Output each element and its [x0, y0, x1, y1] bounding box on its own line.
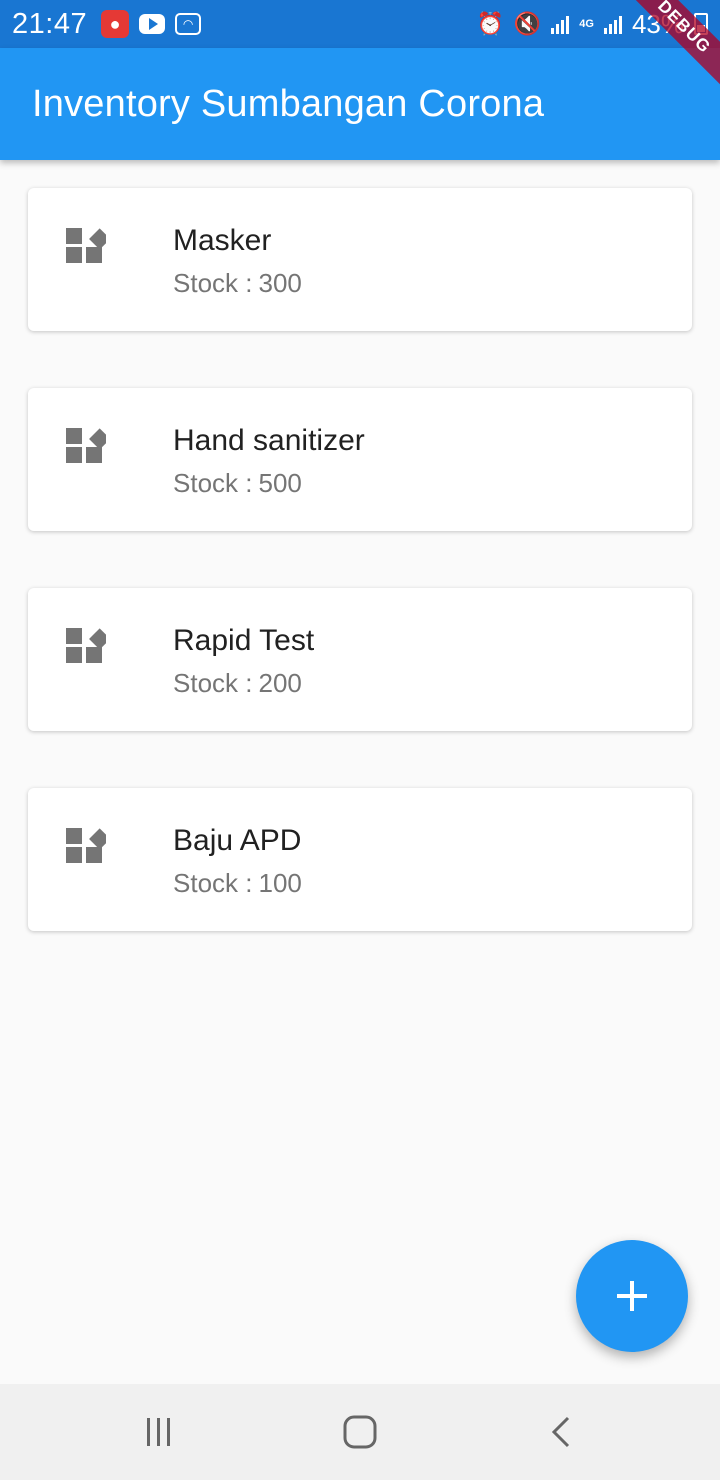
stock-value: 200: [258, 668, 302, 698]
inventory-list: Masker Stock :300 Hand sanitizer Stock :…: [28, 188, 692, 988]
page-title: Inventory Sumbangan Corona: [32, 82, 545, 125]
signal-icon: [551, 14, 570, 34]
stock-label: Stock :: [173, 468, 253, 498]
item-name: Hand sanitizer: [173, 424, 365, 457]
item-name: Rapid Test: [173, 624, 315, 657]
notification-icons: ● ◠: [101, 10, 202, 38]
signal-icon: [603, 14, 622, 34]
widgets-icon: [66, 428, 106, 463]
alarm-icon: ⏰: [476, 11, 504, 36]
recent-apps-icon: [147, 1418, 170, 1446]
app-notification-icon: ●: [101, 10, 130, 38]
screen: 21:47 ● ◠ ⏰ 🔇 4G 43% DEBUG Inventory Sum…: [0, 0, 720, 1480]
network-type: 4G: [579, 17, 594, 30]
stock-value: 500: [258, 468, 302, 498]
item-name: Baju APD: [173, 824, 302, 857]
mute-icon: 🔇: [513, 11, 542, 36]
wifi-icon: ◠: [175, 13, 202, 35]
widgets-icon: [66, 828, 106, 863]
home-button[interactable]: [340, 1412, 380, 1452]
back-icon: [551, 1416, 570, 1448]
system-nav-bar: [0, 1384, 720, 1480]
stock-value: 300: [258, 268, 302, 298]
recent-apps-button[interactable]: [139, 1412, 179, 1452]
status-time: 21:47: [12, 7, 88, 40]
stock-label: Stock :: [173, 268, 253, 298]
item-stock: Stock :100: [173, 868, 302, 899]
stock-value: 100: [258, 868, 302, 898]
status-bar: 21:47 ● ◠ ⏰ 🔇 4G 43%: [0, 0, 720, 48]
add-item-button[interactable]: [576, 1240, 688, 1352]
youtube-icon: [139, 14, 166, 34]
stock-label: Stock :: [173, 668, 253, 698]
stock-label: Stock :: [173, 868, 253, 898]
inventory-item-card[interactable]: Rapid Test Stock :200: [28, 588, 692, 731]
plus-icon: [617, 1281, 647, 1311]
home-icon: [343, 1415, 377, 1449]
item-stock: Stock :200: [173, 668, 302, 699]
inventory-item-card[interactable]: Baju APD Stock :100: [28, 788, 692, 931]
widgets-icon: [66, 628, 106, 663]
inventory-item-card[interactable]: Masker Stock :300: [28, 188, 692, 331]
item-name: Masker: [173, 224, 272, 257]
widgets-icon: [66, 228, 106, 263]
back-button[interactable]: [542, 1412, 582, 1452]
inventory-item-card[interactable]: Hand sanitizer Stock :500: [28, 388, 692, 531]
item-stock: Stock :300: [173, 268, 302, 299]
item-stock: Stock :500: [173, 468, 302, 499]
app-bar: Inventory Sumbangan Corona: [0, 48, 720, 160]
